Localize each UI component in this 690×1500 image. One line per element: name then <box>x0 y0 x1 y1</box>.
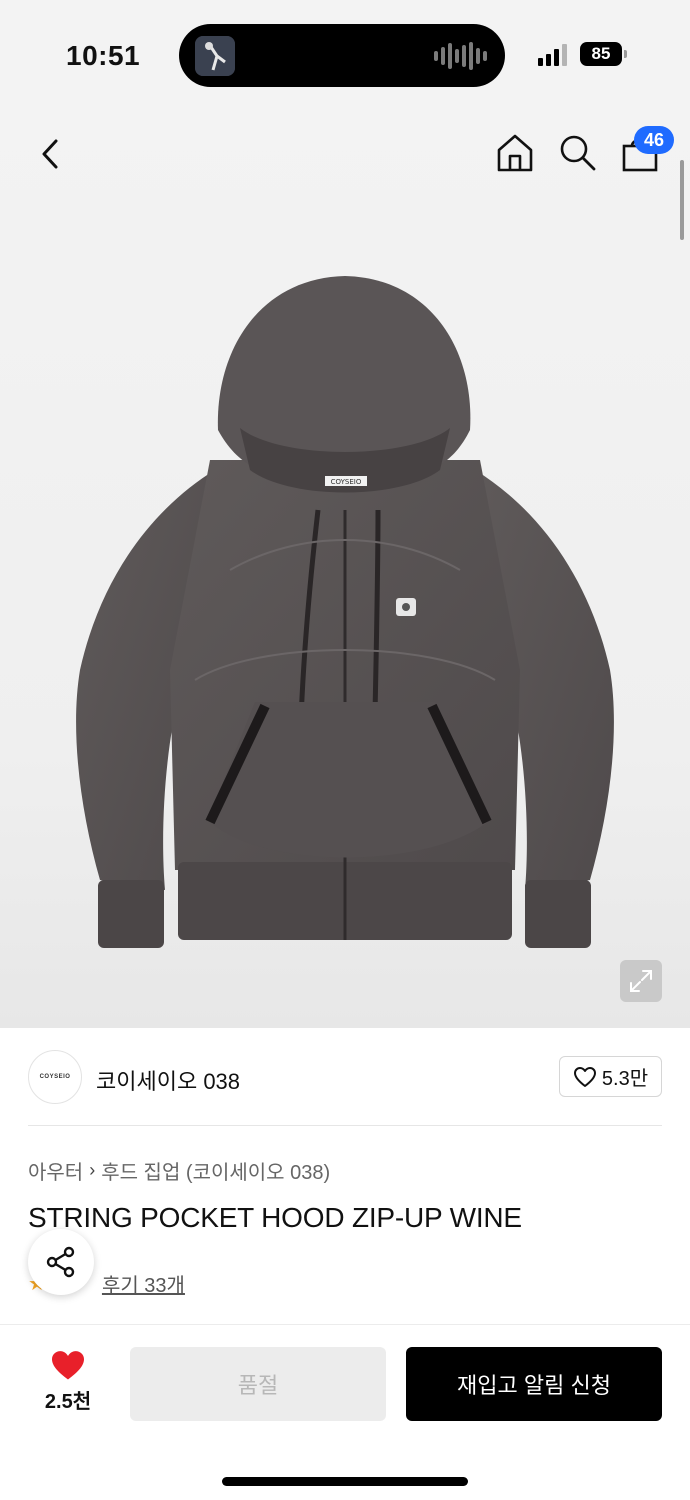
collar-label: COYSEIO <box>331 478 362 486</box>
brand-like-count: 5.3만 <box>601 1068 649 1090</box>
search-icon <box>560 135 596 171</box>
now-playing-artwork <box>195 36 235 76</box>
back-button[interactable] <box>30 134 70 174</box>
search-button[interactable] <box>556 130 600 174</box>
expand-image-button[interactable] <box>620 960 662 1002</box>
divider <box>28 1125 662 1126</box>
product-image: COYSEIO <box>76 276 614 948</box>
wishlist-button[interactable]: 2.5천 <box>28 1347 108 1417</box>
sold-out-button: 품절 <box>130 1347 386 1421</box>
wishlist-count: 2.5천 <box>44 1391 92 1413</box>
status-bar: 10:51 85 <box>0 0 690 110</box>
heart-outline-icon <box>573 1066 596 1087</box>
restock-alert-button[interactable]: 재입고 알림 신청 <box>406 1347 662 1421</box>
status-time: 10:51 <box>66 40 141 71</box>
brand-row[interactable]: COYSEIO 코이세이오 038 5.3만 <box>28 1050 662 1106</box>
heart-filled-icon <box>52 1351 84 1380</box>
reviews-link[interactable]: 후기 33개 <box>102 1269 185 1298</box>
share-icon <box>46 1246 75 1278</box>
audio-wave-icon <box>434 42 487 70</box>
product-image-area[interactable]: COYSEIO 46 <box>0 110 690 1028</box>
product-title: STRING POCKET HOOD ZIP-UP WINE <box>28 1202 522 1233</box>
battery-nub <box>624 50 627 58</box>
home-button[interactable] <box>493 130 537 174</box>
cart-count-badge: 46 <box>634 126 674 154</box>
chevron-left-icon <box>42 139 58 169</box>
brand-like-button[interactable]: 5.3만 <box>559 1056 662 1097</box>
dynamic-island <box>179 24 505 87</box>
cellular-signal-icon <box>538 44 567 66</box>
breadcrumb: 아우터 › 후드 집업 (코이세이오 038) <box>28 1156 330 1185</box>
bottom-action-bar: 2.5천 품절 재입고 알림 신청 <box>0 1324 690 1500</box>
scrollbar-thumb[interactable] <box>680 160 684 240</box>
breadcrumb-subcategory[interactable]: 후드 집업 (코이세이오 038) <box>101 1156 330 1185</box>
battery-indicator: 85 <box>580 42 622 66</box>
share-button[interactable] <box>28 1229 94 1295</box>
brand-name[interactable]: 코이세이오 038 <box>96 1064 240 1096</box>
breadcrumb-category[interactable]: 아우터 <box>28 1156 83 1185</box>
home-icon <box>497 134 533 172</box>
brand-logo[interactable]: COYSEIO <box>28 1050 82 1104</box>
expand-icon <box>630 970 652 992</box>
chevron-right-icon: › <box>89 1160 96 1180</box>
home-indicator[interactable] <box>222 1477 468 1486</box>
